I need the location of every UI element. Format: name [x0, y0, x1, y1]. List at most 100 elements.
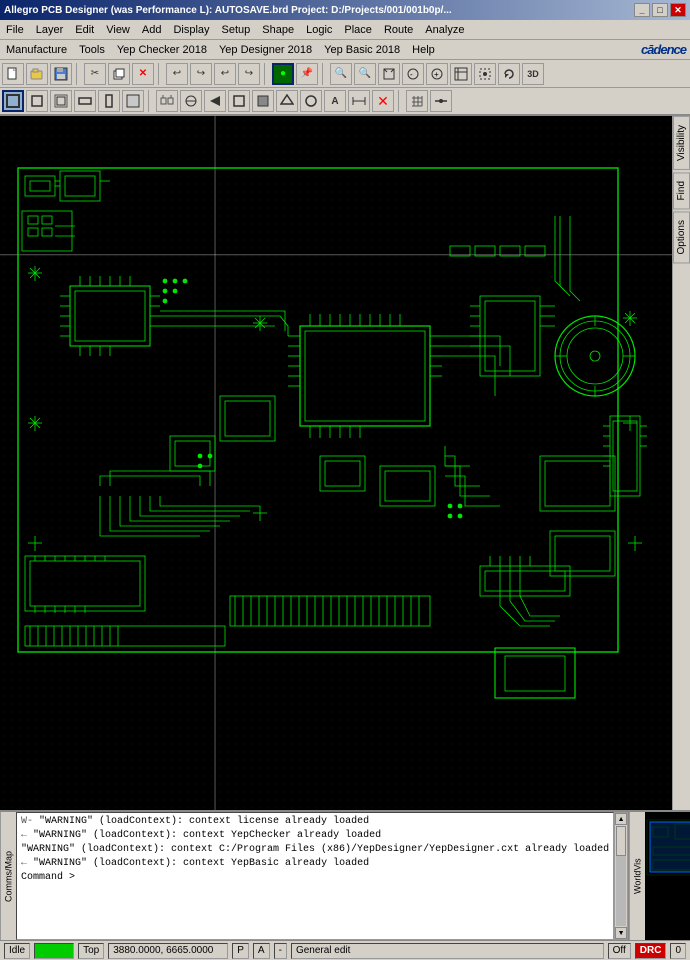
- menu-display[interactable]: Display: [167, 22, 215, 38]
- menu-route[interactable]: Route: [378, 22, 419, 38]
- scroll-thumb[interactable]: [616, 826, 626, 856]
- menu-file[interactable]: File: [0, 22, 30, 38]
- spin-button[interactable]: [498, 63, 520, 85]
- select5-btn[interactable]: [98, 90, 120, 112]
- sep-t2-1: [148, 90, 152, 112]
- log-line-3: ← "WARNING" (loadContext): context YepBa…: [21, 857, 609, 871]
- select2-btn[interactable]: [26, 90, 48, 112]
- worldview-section: WorldVis: [628, 812, 690, 940]
- select3-btn[interactable]: [50, 90, 72, 112]
- copy-button[interactable]: [108, 63, 130, 85]
- redo2-button[interactable]: ↪: [238, 63, 260, 85]
- status-coordinates: 3880.0000, 6665.0000: [108, 943, 228, 959]
- command-side-label[interactable]: Comms/Map: [0, 812, 16, 940]
- grid-btn[interactable]: [406, 90, 428, 112]
- xbtn[interactable]: ✕: [372, 90, 394, 112]
- menu-setup[interactable]: Setup: [216, 22, 257, 38]
- worldview-map: [645, 812, 690, 940]
- save-button[interactable]: [50, 63, 72, 85]
- zoom-area-button[interactable]: [474, 63, 496, 85]
- run-button[interactable]: ●: [272, 63, 294, 85]
- pcb-svg: [0, 116, 672, 810]
- zoom-in-button[interactable]: 🔍: [330, 63, 352, 85]
- menu-manufacture[interactable]: Manufacture: [0, 42, 73, 58]
- log-prefix-3: ←: [21, 858, 33, 869]
- undo-button[interactable]: ↩: [166, 63, 188, 85]
- menu-help[interactable]: Help: [406, 42, 441, 58]
- zoom-fit-button[interactable]: [378, 63, 400, 85]
- status-indicator: [34, 943, 74, 959]
- menu-yep-checker[interactable]: Yep Checker 2018: [111, 42, 213, 58]
- 3d-button[interactable]: 3D: [522, 63, 544, 85]
- menu-yep-basic[interactable]: Yep Basic 2018: [318, 42, 406, 58]
- scroll-track[interactable]: [616, 826, 626, 926]
- rect-btn[interactable]: [228, 90, 250, 112]
- line-btn[interactable]: [180, 90, 202, 112]
- pin-button[interactable]: 📌: [296, 63, 318, 85]
- menu-yep-designer[interactable]: Yep Designer 2018: [213, 42, 318, 58]
- route-btn[interactable]: [156, 90, 178, 112]
- select4-btn[interactable]: [74, 90, 96, 112]
- poly-btn[interactable]: [276, 90, 298, 112]
- separator4: [322, 63, 326, 85]
- connect-btn[interactable]: [430, 90, 452, 112]
- text-btn[interactable]: A: [324, 90, 346, 112]
- zoom-prev-button[interactable]: -: [402, 63, 424, 85]
- status-mode1[interactable]: P: [232, 943, 249, 959]
- maximize-button[interactable]: □: [652, 3, 668, 17]
- undo2-button[interactable]: ↩: [214, 63, 236, 85]
- close-button[interactable]: ✕: [670, 3, 686, 17]
- menu-edit[interactable]: Edit: [69, 22, 100, 38]
- zoom-out-button[interactable]: 🔍: [354, 63, 376, 85]
- statusbar: Idle Top 3880.0000, 6665.0000 P A - Gene…: [0, 940, 690, 960]
- menu-layer[interactable]: Layer: [30, 22, 70, 38]
- cut-button[interactable]: ✂: [84, 63, 106, 85]
- delete-button[interactable]: ✕: [132, 63, 154, 85]
- menu-analyze[interactable]: Analyze: [419, 22, 470, 38]
- menu-tools[interactable]: Tools: [73, 42, 111, 58]
- menu-add[interactable]: Add: [136, 22, 168, 38]
- minimize-button[interactable]: _: [634, 3, 650, 17]
- log-text-0: "WARNING" (loadContext): context license…: [39, 816, 369, 827]
- menu-view[interactable]: View: [100, 22, 136, 38]
- redo-button[interactable]: ↪: [190, 63, 212, 85]
- options-tab[interactable]: Options: [673, 211, 690, 263]
- new-button[interactable]: [2, 63, 24, 85]
- status-off: Off: [608, 943, 631, 959]
- separator: [76, 63, 80, 85]
- find-tab[interactable]: Find: [673, 172, 690, 209]
- scroll-down-btn[interactable]: ▼: [615, 927, 627, 939]
- pcb-canvas-area[interactable]: [0, 116, 672, 810]
- status-mode2[interactable]: A: [253, 943, 270, 959]
- visibility-tab[interactable]: Visibility: [673, 116, 690, 170]
- log-section: W- "WARNING" (loadContext): context lice…: [16, 812, 614, 940]
- log-line-0: W- "WARNING" (loadContext): context lice…: [21, 815, 609, 829]
- status-idle: Idle: [4, 943, 30, 959]
- menu-shape[interactable]: Shape: [256, 22, 300, 38]
- zoom-world-button[interactable]: [450, 63, 472, 85]
- status-drc[interactable]: DRC: [635, 943, 667, 959]
- select6-btn[interactable]: [122, 90, 144, 112]
- menu-logic[interactable]: Logic: [300, 22, 338, 38]
- menubar-secondary: Manufacture Tools Yep Checker 2018 Yep D…: [0, 40, 690, 60]
- scroll-up-btn[interactable]: ▲: [615, 813, 627, 825]
- cadence-logo: cādence: [641, 42, 686, 57]
- dim-btn[interactable]: [348, 90, 370, 112]
- fill-btn[interactable]: [252, 90, 274, 112]
- zoom-next-button[interactable]: +: [426, 63, 448, 85]
- menu-place[interactable]: Place: [338, 22, 378, 38]
- worldview-svg: [645, 812, 690, 940]
- circle-btn[interactable]: [300, 90, 322, 112]
- separator3: [264, 63, 268, 85]
- bottom-area: Comms/Map W- "WARNING" (loadContext): co…: [0, 810, 690, 940]
- worldview-label: WorldVis: [629, 812, 645, 940]
- svg-text:+: +: [434, 70, 439, 79]
- window-controls: _ □ ✕: [634, 3, 686, 17]
- arrow-btn[interactable]: [204, 90, 226, 112]
- log-prefix-1: ←: [21, 830, 33, 841]
- main-area: Visibility Find Options: [0, 116, 690, 810]
- open-button[interactable]: [26, 63, 48, 85]
- sep-t2-2: [398, 90, 402, 112]
- log-scrollbar[interactable]: ▲ ▼: [614, 812, 628, 940]
- select-btn[interactable]: [2, 90, 24, 112]
